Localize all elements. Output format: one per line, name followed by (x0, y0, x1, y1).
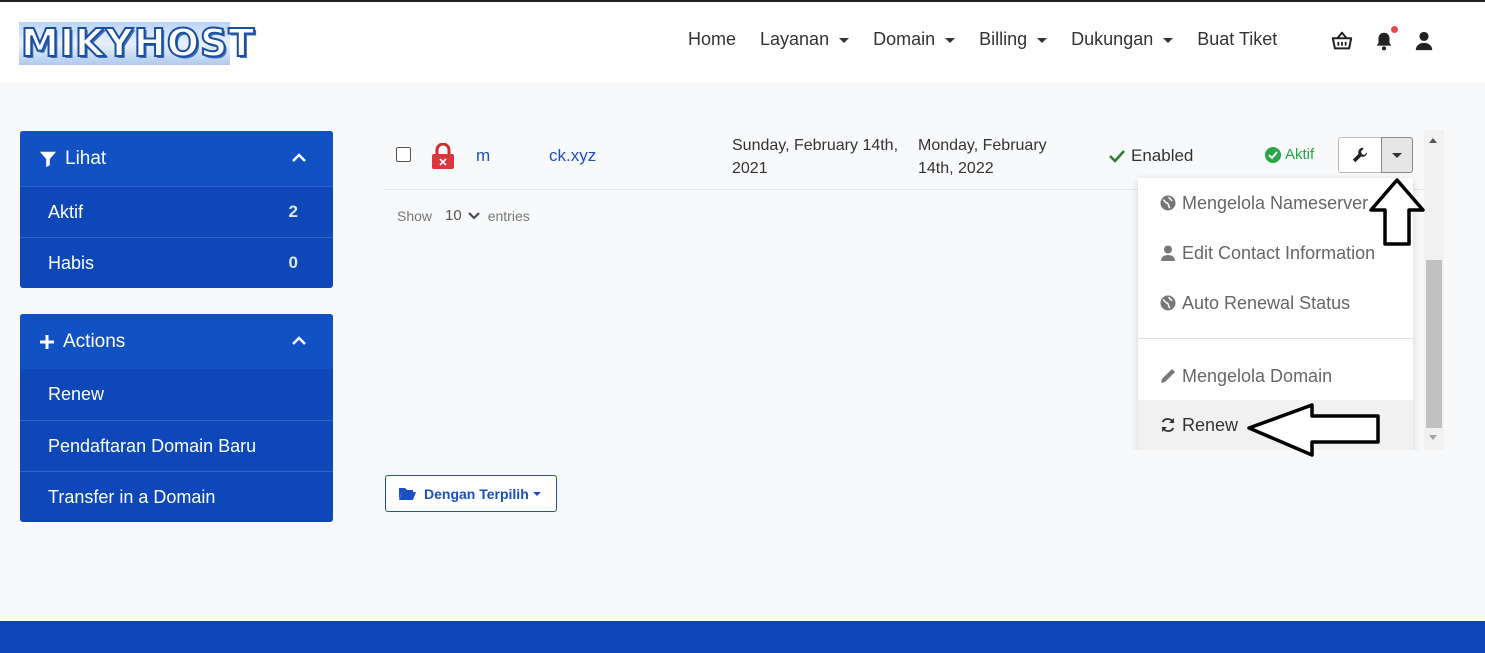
sidebar-item-label: Pendaftaran Domain Baru (48, 435, 257, 456)
menu-divider (1138, 338, 1413, 339)
chevron-up-icon[interactable] (291, 151, 307, 163)
count-badge: 0 (288, 253, 298, 272)
main-nav: Home Layanan Domain Billing Dukungan Bua… (676, 29, 1289, 50)
lihat-panel-header[interactable]: Lihat (20, 131, 333, 186)
sidebar-actions-panel: Actions Renew Pendaftaran Domain Baru Tr… (20, 314, 333, 522)
caret-down-icon (1037, 38, 1048, 43)
manage-button[interactable] (1338, 137, 1382, 173)
domain-name-end[interactable]: ck.xyz (549, 146, 596, 166)
nav-billing[interactable]: Billing (979, 29, 1048, 50)
domain-link[interactable]: m ck.xyz (476, 146, 596, 166)
menu-item-auto-renewal[interactable]: Auto Renewal Status (1138, 278, 1413, 328)
sidebar-item-label: Aktif (48, 201, 84, 222)
sidebar-item-renew[interactable]: Renew (20, 369, 333, 420)
site-header: MIKYHOST Home Layanan Domain Billing Duk… (0, 2, 1485, 82)
nav-home[interactable]: Home (688, 29, 736, 50)
nav-dukungan[interactable]: Dukungan (1071, 29, 1174, 50)
check-icon (1109, 150, 1125, 163)
sidebar-lihat-panel: Lihat Aktif 2 Habis 0 (20, 131, 333, 288)
menu-item-mengelola-domain[interactable]: Mengelola Domain (1138, 351, 1413, 401)
basket-icon[interactable] (1331, 30, 1353, 52)
scrollbar-thumb[interactable] (1426, 260, 1442, 428)
scroll-down-arrow-icon[interactable] (1429, 435, 1437, 440)
dropdown-toggle-button[interactable] (1381, 137, 1413, 173)
nav-layanan[interactable]: Layanan (760, 29, 850, 50)
plus-icon (40, 334, 54, 349)
caret-down-icon (945, 38, 956, 43)
entries-length-control: Show 10 entries (397, 207, 530, 224)
chevron-up-icon[interactable] (291, 334, 307, 346)
row-checkbox[interactable] (396, 147, 411, 162)
site-footer (0, 621, 1485, 653)
actions-title: Actions (63, 330, 126, 352)
caret-down-icon (1392, 152, 1402, 158)
caret-down-icon (532, 491, 541, 496)
filter-icon (39, 151, 57, 167)
wrench-icon (1352, 147, 1368, 163)
lihat-title: Lihat (65, 147, 107, 169)
sidebar-item-habis[interactable]: Habis 0 (20, 237, 333, 288)
pencil-icon (1161, 369, 1175, 383)
mikyhost-logo[interactable]: MIKYHOST (19, 21, 255, 66)
sidebar-item-aktif[interactable]: Aktif 2 (20, 186, 333, 237)
bell-icon[interactable] (1373, 30, 1395, 52)
sidebar-item-label: Habis (48, 252, 95, 273)
caret-down-icon (839, 38, 850, 43)
user-icon[interactable] (1413, 30, 1435, 52)
folder-open-icon (399, 488, 416, 500)
sidebar-item-label: Renew (48, 384, 105, 404)
entries-select[interactable]: 10 (445, 207, 462, 224)
scroll-up-arrow-icon[interactable] (1429, 138, 1437, 143)
check-circle-icon (1265, 146, 1281, 163)
caret-down-icon (1163, 38, 1174, 43)
nav-buat-tiket[interactable]: Buat Tiket (1197, 29, 1277, 50)
annotation-up-arrow-icon (1369, 178, 1425, 246)
notification-dot (1391, 26, 1398, 33)
lock-icon (432, 143, 454, 169)
count-badge: 2 (288, 202, 298, 221)
next-due-date: Monday, February 14th, 2022 (918, 137, 1047, 177)
user-icon (1161, 245, 1175, 261)
actions-panel-header[interactable]: Actions (20, 314, 333, 369)
registration-date: Sunday, February 14th, 2021 (732, 137, 899, 177)
sidebar-item-label: Transfer in a Domain (48, 486, 216, 507)
sidebar-item-transfer-domain[interactable]: Transfer in a Domain (20, 471, 333, 522)
nav-domain[interactable]: Domain (873, 29, 956, 50)
globe-icon (1160, 295, 1176, 311)
bulk-action-button[interactable]: Dengan Terpilih (385, 475, 557, 512)
chevron-down-icon[interactable] (468, 211, 480, 220)
auto-renew-status: Enabled (1109, 146, 1193, 166)
annotation-left-arrow-icon (1247, 403, 1380, 457)
status-badge: Aktif (1265, 146, 1314, 163)
refresh-icon (1161, 418, 1175, 432)
domain-name-start[interactable]: m (476, 146, 490, 165)
table-scrollbar[interactable] (1424, 130, 1444, 450)
globe-icon (1160, 195, 1176, 211)
sidebar-item-pendaftaran-domain-baru[interactable]: Pendaftaran Domain Baru (20, 420, 333, 471)
